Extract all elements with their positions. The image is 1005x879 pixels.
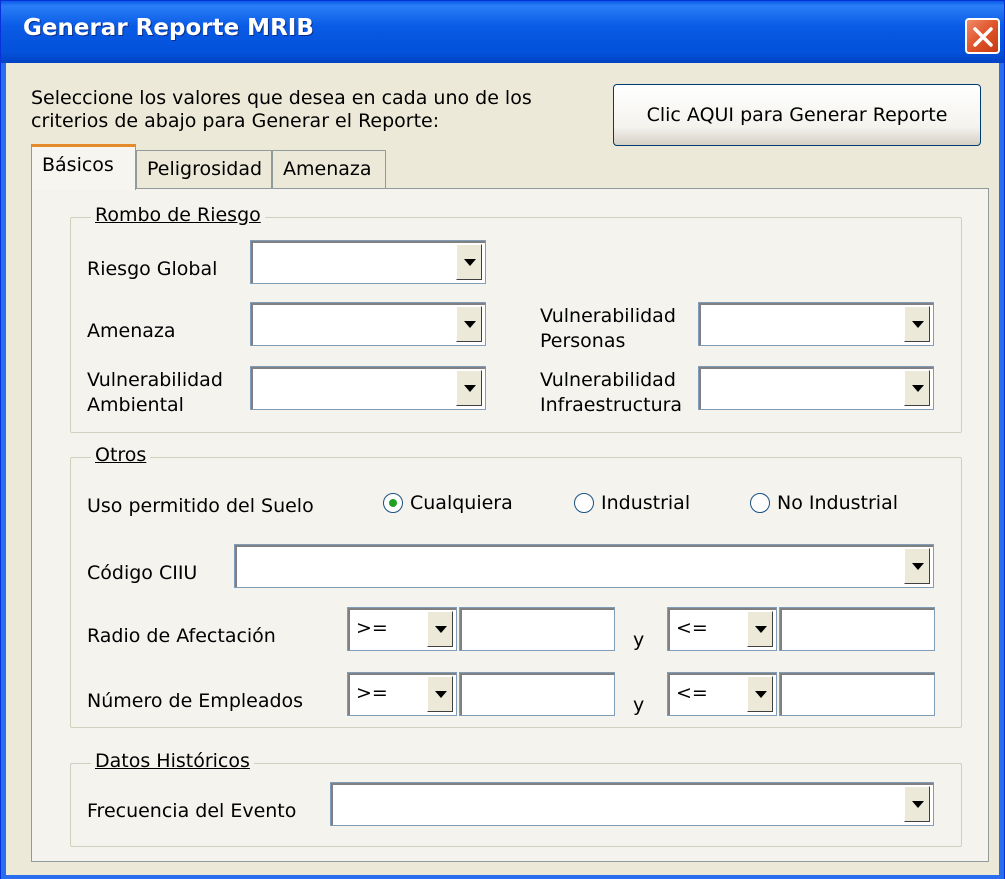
chevron-down-icon[interactable] (456, 244, 482, 280)
radio-circle[interactable] (383, 493, 403, 513)
operator-value: >= (356, 617, 388, 639)
radio-afectacion-max-operator[interactable]: <= (667, 607, 777, 651)
amenaza-select[interactable] (250, 302, 486, 346)
label-codigo-ciiu: Código CIIU (87, 562, 198, 584)
generate-report-button[interactable]: Clic AQUI para Generar Reporte (613, 84, 981, 146)
window-frame-left (1, 63, 6, 878)
close-button[interactable] (965, 18, 1000, 54)
vulnerabilidad-personas-select[interactable] (698, 302, 934, 346)
num-empleados-max-input[interactable] (779, 672, 935, 716)
group-legend-historicos: Datos Históricos (91, 750, 254, 772)
label-y: y (633, 694, 645, 716)
chevron-down-icon[interactable] (427, 611, 453, 647)
window-frame-right (999, 63, 1004, 878)
label-y: y (633, 629, 645, 651)
chevron-down-icon[interactable] (904, 548, 930, 584)
radio-circle[interactable] (574, 493, 594, 513)
label-vuln-ambiental-1: Vulnerabilidad (87, 369, 223, 391)
label-vuln-ambiental-2: Ambiental (87, 394, 184, 416)
instructions-text: Seleccione los valores que desea en cada… (31, 87, 532, 132)
chevron-down-icon[interactable] (456, 370, 482, 406)
chevron-down-icon[interactable] (904, 370, 930, 406)
num-empleados-max-operator[interactable]: <= (667, 672, 777, 716)
radio-afectacion-min-input[interactable] (459, 607, 615, 651)
chevron-down-icon[interactable] (427, 676, 453, 712)
label-vuln-infra-2: Infraestructura (540, 394, 683, 416)
window-title: Generar Reporte MRIB (23, 15, 314, 41)
radio-selected-dot (389, 499, 397, 507)
tab-peligrosidad[interactable]: Peligrosidad (136, 150, 272, 190)
label-radio-afectacion: Radio de Afectación (87, 625, 276, 647)
chevron-down-icon[interactable] (904, 306, 930, 342)
codigo-ciiu-select[interactable] (234, 544, 934, 588)
riesgo-global-select[interactable] (250, 240, 486, 284)
chevron-down-icon[interactable] (747, 676, 773, 712)
operator-value: <= (676, 617, 708, 639)
radio-circle[interactable] (750, 493, 770, 513)
radio-label: Cualquiera (410, 492, 513, 514)
dialog-window: Generar Reporte MRIB Seleccione los valo… (0, 0, 1005, 879)
label-frecuencia-evento: Frecuencia del Evento (87, 800, 297, 822)
chevron-down-icon[interactable] (747, 611, 773, 647)
chevron-down-icon[interactable] (456, 306, 482, 342)
tab-panel-basicos: Rombo de Riesgo Riesgo Global Amenaza Vu… (31, 188, 989, 862)
num-empleados-min-input[interactable] (459, 672, 615, 716)
radio-label: Industrial (601, 492, 691, 514)
vulnerabilidad-infraestructura-select[interactable] (698, 366, 934, 410)
label-num-empleados: Número de Empleados (87, 690, 304, 712)
label-uso-suelo: Uso permitido del Suelo (87, 495, 314, 517)
close-icon (973, 27, 993, 47)
label-riesgo-global: Riesgo Global (87, 258, 218, 280)
operator-value: >= (356, 682, 388, 704)
label-amenaza: Amenaza (87, 320, 176, 342)
group-legend-rombo: Rombo de Riesgo (91, 204, 265, 226)
operator-value: <= (676, 682, 708, 704)
radio-afectacion-min-operator[interactable]: >= (347, 607, 457, 651)
label-vuln-infra-1: Vulnerabilidad (540, 369, 676, 391)
frecuencia-evento-select[interactable] (330, 782, 934, 826)
label-vuln-personas-1: Vulnerabilidad (540, 305, 676, 327)
vulnerabilidad-ambiental-select[interactable] (250, 366, 486, 410)
group-legend-otros: Otros (91, 444, 151, 466)
chevron-down-icon[interactable] (904, 786, 930, 822)
radio-afectacion-max-input[interactable] (779, 607, 935, 651)
radio-label: No Industrial (777, 492, 898, 514)
label-vuln-personas-2: Personas (540, 330, 626, 352)
num-empleados-min-operator[interactable]: >= (347, 672, 457, 716)
tab-basicos[interactable]: Básicos (31, 144, 136, 190)
tab-amenaza[interactable]: Amenaza (272, 150, 386, 190)
window-frame-bottom (1, 875, 1004, 879)
title-bar[interactable]: Generar Reporte MRIB (1, 1, 1004, 63)
